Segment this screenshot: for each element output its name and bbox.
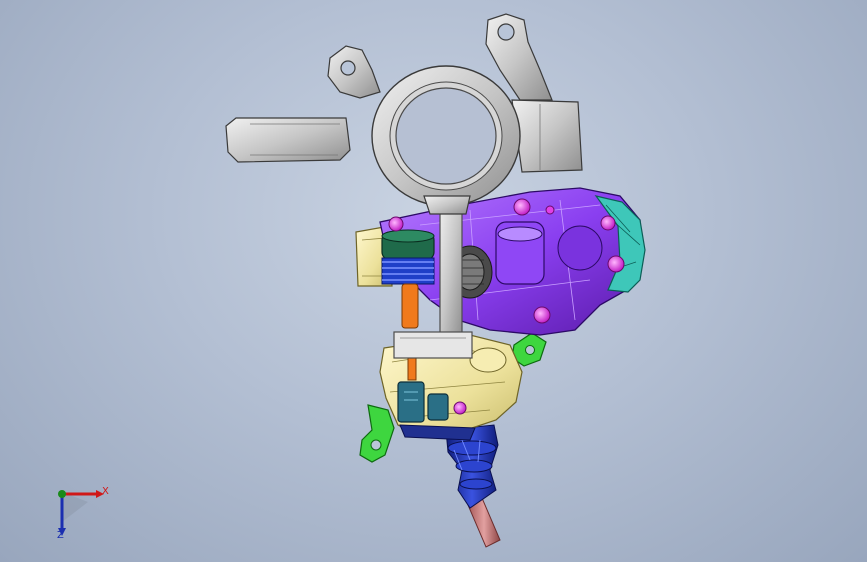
cad-assembly-model[interactable] <box>0 0 867 562</box>
cad-graphics-viewport[interactable]: X Y Z <box>0 0 867 562</box>
orientation-triad[interactable]: X Y Z <box>48 480 118 550</box>
triad-x-label: X <box>102 486 109 497</box>
bearing-ring <box>381 229 435 261</box>
spring-coil <box>381 257 435 285</box>
steering-knuckle <box>225 13 583 215</box>
mounting-bracket-left <box>359 404 395 463</box>
triad-z-label: Z <box>57 530 64 541</box>
